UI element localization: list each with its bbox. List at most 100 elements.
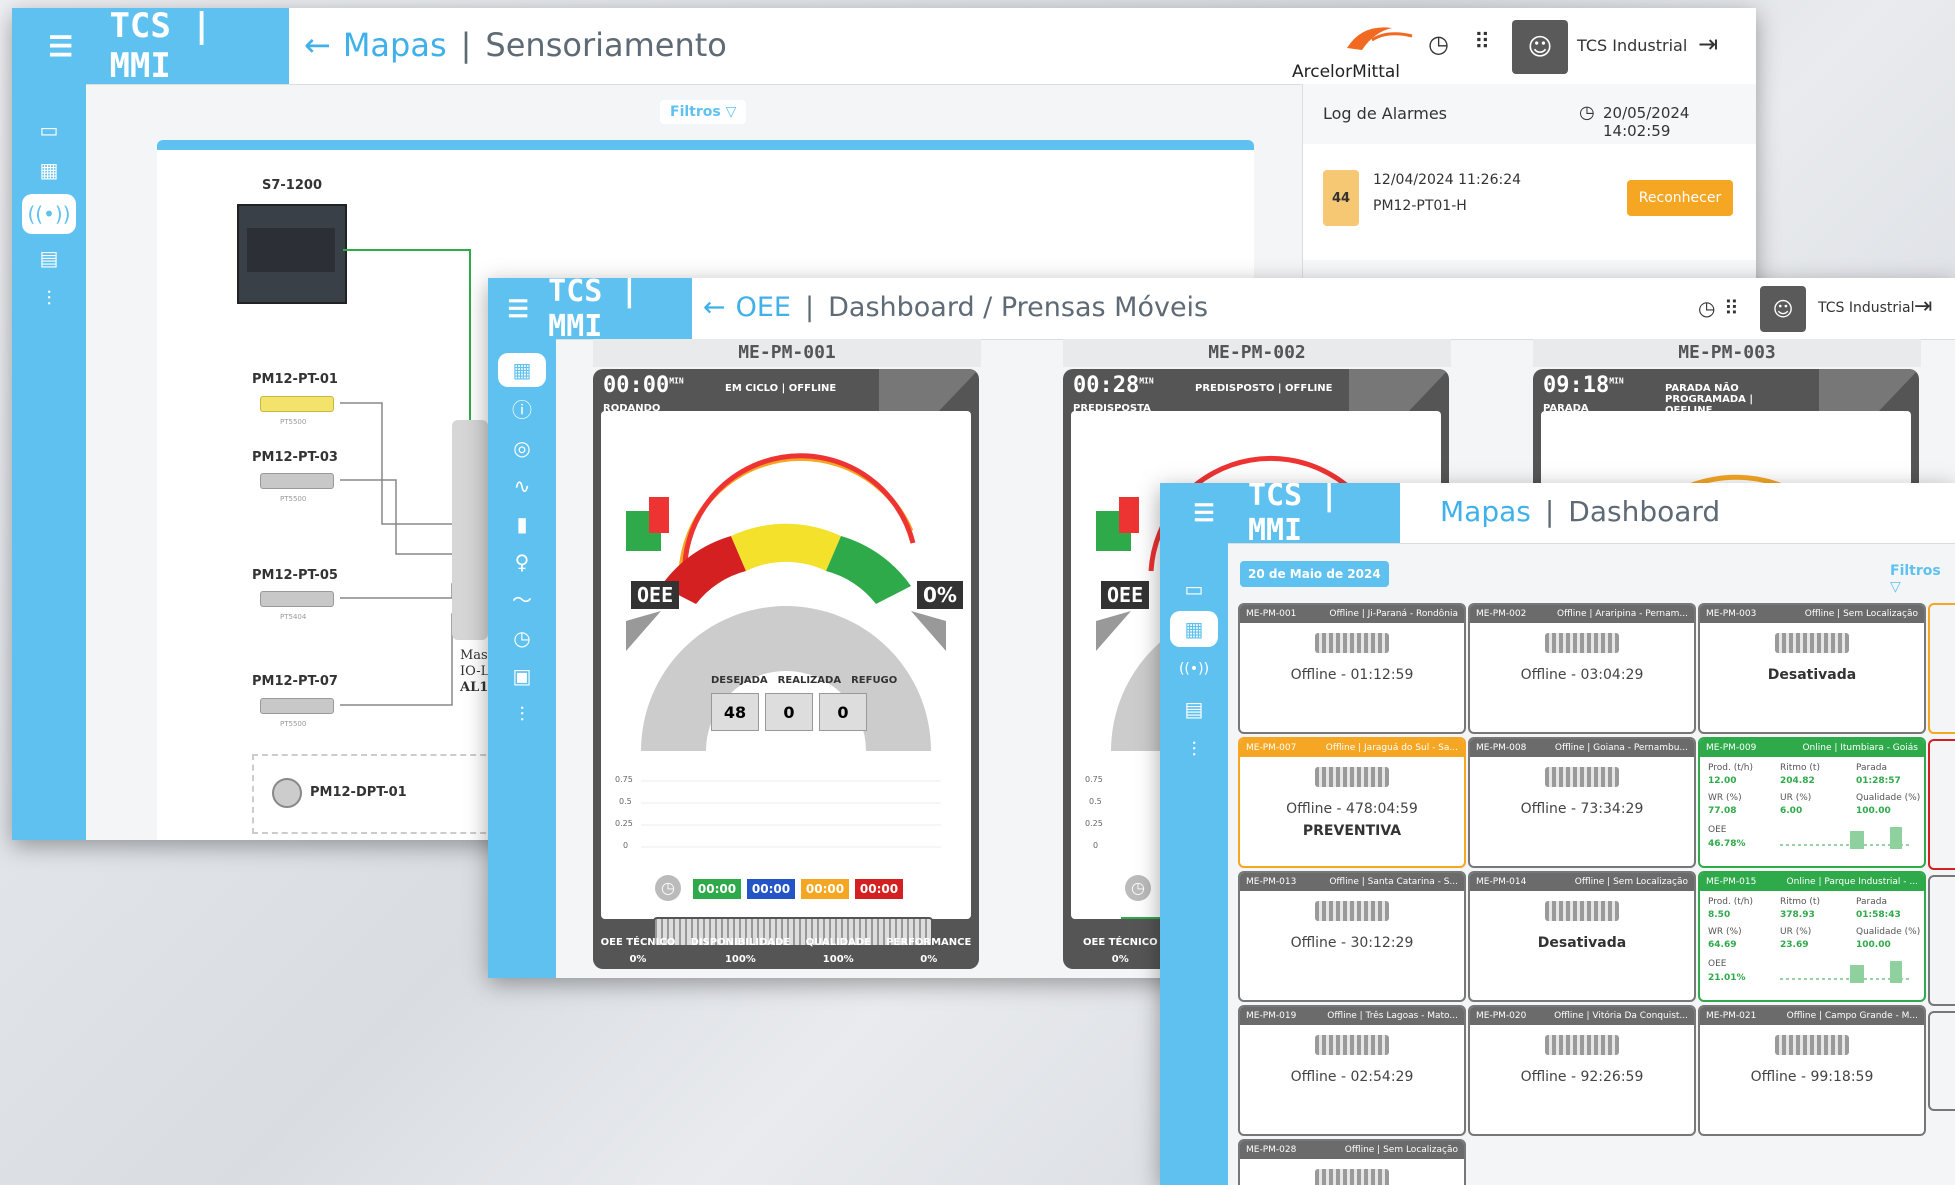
sidebar-lightbulb-icon[interactable]: ♀ (488, 543, 556, 581)
date-badge: 20 de Maio de 2024 (1240, 561, 1389, 587)
tile-location: Online | Parque Industrial - ... (1786, 877, 1918, 887)
sidebar-dashboard-icon[interactable]: ▦ (1170, 611, 1218, 647)
clock-icon[interactable]: ◷ (1428, 30, 1449, 58)
sidebar-trend-icon[interactable]: 〜 (488, 581, 556, 619)
tile-header: ME-PM-020 Offline | Vitória Da Conquist..… (1470, 1007, 1694, 1025)
sidebar-dashboard-icon[interactable]: ▦ (498, 353, 546, 387)
y-tick: 0.75 (615, 775, 633, 784)
machine-tile[interactable]: ME-PM-008 Offline | Goiana - Pernambu... O… (1468, 737, 1696, 868)
alarm-count-badge: 44 (1323, 170, 1359, 226)
user-avatar-icon[interactable]: ☺ (1760, 286, 1806, 332)
sidebar-sensor-icon[interactable]: ((•)) (1160, 649, 1228, 689)
sensor-label: PM12-PT-01 (252, 372, 338, 387)
sidebar-calendar-icon[interactable]: ▣ (488, 657, 556, 695)
sidebar-pulse-icon[interactable]: ∿ (488, 467, 556, 505)
master-label-line3: AL1 (460, 680, 489, 695)
machine-tile[interactable]: ME-PM-028Offline | Sem LocalizaçãoDesati… (1238, 1139, 1466, 1185)
sidebar-settings-icon[interactable]: ⫶ (488, 695, 556, 733)
tile-partial[interactable] (1928, 875, 1955, 1006)
tile-location: Offline | Sem Localização (1574, 877, 1688, 887)
machine-status: EM CICLO | OFFLINE (725, 383, 837, 394)
kpi-label: Parada (1856, 763, 1887, 773)
logout-icon[interactable]: ⇥ (1914, 294, 1932, 319)
sensor-device[interactable] (260, 396, 334, 412)
user-name[interactable]: TCS Industrial (1577, 36, 1687, 55)
acknowledge-button[interactable]: Reconhecer (1627, 180, 1733, 216)
tile-header: ME-PM-001 Offline | Ji-Paraná - Rondônia (1240, 605, 1464, 623)
tile-machine-id: ME-PM-002 (1476, 609, 1527, 619)
machine-tile[interactable]: ME-PM-013 Offline | Santa Catarina - S...… (1238, 871, 1466, 1002)
desired-count: 48 (711, 693, 759, 731)
io-link-master[interactable] (452, 420, 488, 640)
back-arrow-icon[interactable]: ← (703, 292, 726, 323)
tile-machine-id: ME-PM-014 (1476, 877, 1527, 887)
tile-machine-id: ME-PM-003 (1706, 609, 1757, 619)
truck-icon (1315, 1169, 1389, 1185)
tile-status: Offline - 01:12:59 (1290, 667, 1414, 683)
filter-icon: ▽ (1890, 579, 1901, 595)
dpt-sensor-box[interactable]: PM12-DPT-01 (252, 754, 496, 834)
timer-planned-stop: 00:00 (801, 879, 849, 899)
sensor-label: PM12-PT-05 (252, 568, 338, 583)
tile-header: ME-PM-009 Online | Itumbiara - Goiás (1700, 739, 1924, 757)
user-name[interactable]: TCS Industrial (1818, 300, 1915, 316)
machine-panel[interactable]: ME-PM-001 00:00MIN RODANDO EM CICLO | OF… (593, 339, 981, 978)
sidebar-clock-icon[interactable]: ◷ (488, 619, 556, 657)
apps-grid-icon[interactable]: ⠿ (1474, 30, 1490, 55)
sidebar-archive-icon[interactable]: ▤ (1160, 689, 1228, 729)
menu-icon[interactable]: ☰ (488, 295, 548, 323)
breadcrumb-link-mapas[interactable]: Mapas (1440, 495, 1531, 528)
sidebar-bar-chart-icon[interactable]: ▮ (488, 505, 556, 543)
tile-header: ME-PM-013 Offline | Santa Catarina - S... (1240, 873, 1464, 891)
sensor-device[interactable] (260, 473, 334, 489)
machine-tile[interactable]: ME-PM-020 Offline | Vitória Da Conquist..… (1468, 1005, 1696, 1136)
clock-icon: ◷ (1579, 102, 1595, 123)
sensor-device[interactable] (260, 698, 334, 714)
tile-partial[interactable] (1928, 1011, 1955, 1111)
kpi-item: OEE TÉCNICO 0% (600, 937, 676, 965)
apps-grid-icon[interactable]: ⠿ (1724, 296, 1739, 320)
sidebar: ▭ ▦ ((•)) ▤ ⫶ (1160, 543, 1228, 1185)
truck-icon (1545, 901, 1619, 921)
sidebar-settings-icon[interactable]: ⫶ (1160, 729, 1228, 769)
sidebar-target-icon[interactable]: ◎ (488, 429, 556, 467)
top-bar: ☰ TCS | MMI Mapas | Dashboard (1160, 483, 1955, 548)
sensor-code: PT5500 (280, 495, 307, 503)
truck-icon (1315, 1035, 1389, 1055)
tile-partial[interactable] (1928, 739, 1955, 870)
kpi-label: WR (%) (1708, 927, 1742, 937)
logout-icon[interactable]: ⇥ (1698, 30, 1718, 58)
machine-tile[interactable]: ME-PM-007 Offline | Jaraguá do Sul - Sa..… (1238, 737, 1466, 868)
tile-machine-id: ME-PM-007 (1246, 743, 1297, 753)
sidebar-info-icon[interactable]: ⓘ (488, 391, 556, 429)
user-avatar-icon[interactable]: ☺ (1512, 20, 1568, 74)
card-corner (1349, 369, 1449, 411)
alarm-item[interactable]: 44 12/04/2024 11:26:24 PM12-PT01-H Recon… (1303, 144, 1756, 260)
kpi-value: 6.00 (1780, 806, 1803, 816)
machine-tile[interactable]: ME-PM-019 Offline | Três Lagoas - Mato...… (1238, 1005, 1466, 1136)
menu-icon[interactable]: ☰ (1160, 499, 1248, 527)
oee-sparkline (1780, 827, 1910, 849)
machine-tile[interactable]: ME-PM-015 Online | Parque Industrial - ..… (1698, 871, 1926, 1002)
machine-tile[interactable]: ME-PM-003 Offline | Sem Localização Desati… (1698, 603, 1926, 734)
machine-tile[interactable]: ME-PM-014 Offline | Sem Localização Desati… (1468, 871, 1696, 1002)
machine-tile[interactable]: ME-PM-009 Online | Itumbiara - Goiás Prod.… (1698, 737, 1926, 868)
page-title: Dashboard / Prensas Móveis (828, 292, 1209, 323)
scrap-count: 0 (819, 693, 867, 731)
breadcrumb-link-oee[interactable]: OEE (736, 292, 791, 323)
machine-tile[interactable]: ME-PM-002 Offline | Araripina - Pernam...… (1468, 603, 1696, 734)
machine-tile[interactable]: ME-PM-021 Offline | Campo Grande - M... Of… (1698, 1005, 1926, 1136)
tile-partial[interactable] (1928, 603, 1955, 734)
machine-tile[interactable]: ME-PM-001 Offline | Ji-Paraná - Rondônia O… (1238, 603, 1466, 734)
tile-machine-id: ME-PM-028 (1246, 1145, 1297, 1155)
kpi-footer: OEE TÉCNICO 0% DISPONIBILIDADE 100% QUALID… (593, 931, 979, 965)
kpi-value: 100.00 (1856, 806, 1891, 816)
machine-name: ME-PM-002 (1063, 339, 1451, 367)
tile-location: Offline | Campo Grande - M... (1786, 1011, 1918, 1021)
sensor-device[interactable] (260, 591, 334, 607)
machine-name: ME-PM-001 (593, 339, 981, 367)
filters-button[interactable]: Filtros ▽ (1890, 563, 1955, 595)
clock-icon[interactable]: ◷ (1698, 296, 1715, 320)
sidebar-map-icon[interactable]: ▭ (1160, 569, 1228, 609)
tile-status: Offline - 30:12:29 (1290, 935, 1414, 951)
